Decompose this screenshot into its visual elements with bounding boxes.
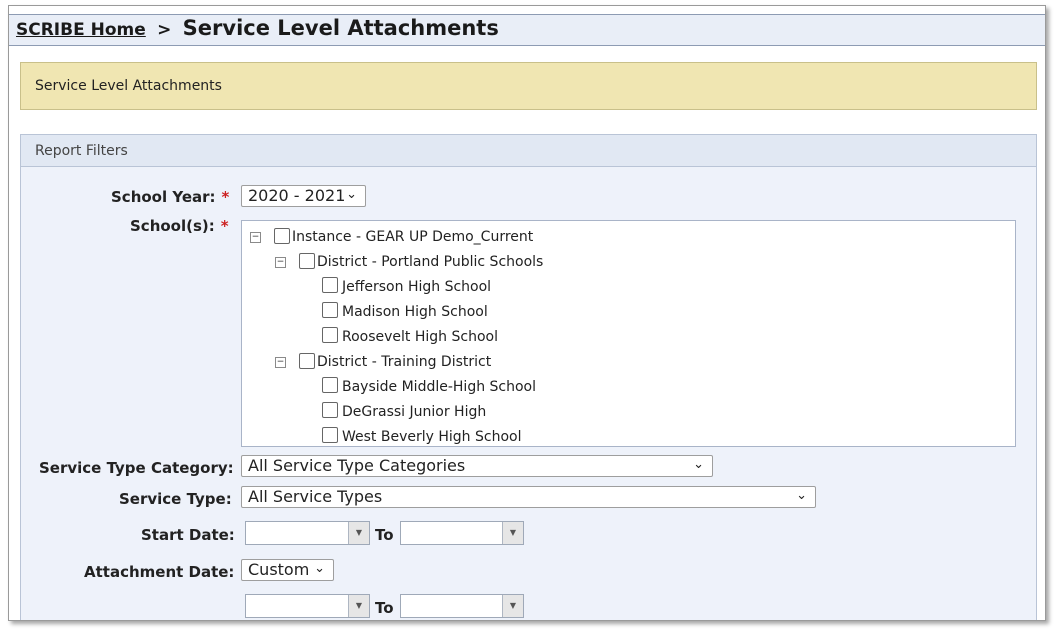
panel-header: Report Filters bbox=[21, 135, 1036, 167]
collapse-icon[interactable]: − bbox=[275, 257, 286, 268]
start-date-label: Start Date: bbox=[141, 526, 235, 544]
checkbox-roosevelt[interactable] bbox=[322, 327, 338, 343]
breadcrumb: SCRIBE Home > Service Level Attachments bbox=[16, 16, 499, 40]
breadcrumb-separator: > bbox=[157, 20, 172, 40]
tree-node-label: Madison High School bbox=[342, 304, 488, 320]
attachment-date-to-input[interactable]: ▼ bbox=[400, 594, 524, 618]
tree-node-label: West Beverly High School bbox=[342, 429, 522, 445]
start-date-to-input[interactable]: ▼ bbox=[400, 521, 524, 545]
checkbox-degrassi[interactable] bbox=[322, 402, 338, 418]
required-marker: * bbox=[221, 188, 230, 206]
chevron-down-icon: ⌄ bbox=[314, 561, 325, 576]
tree-node-label: District - Training District bbox=[317, 354, 492, 370]
triangle-down-icon[interactable]: ▼ bbox=[502, 595, 523, 617]
attachment-date-select[interactable]: Custom ⌄ bbox=[241, 559, 334, 581]
service-type-category-value: All Service Type Categories bbox=[248, 456, 466, 475]
page-header: SCRIBE Home > Service Level Attachments bbox=[9, 14, 1045, 46]
triangle-down-icon[interactable]: ▼ bbox=[348, 595, 369, 617]
service-type-value: All Service Types bbox=[248, 487, 383, 506]
required-marker: * bbox=[220, 217, 229, 235]
school-year-value: 2020 - 2021 bbox=[248, 186, 346, 205]
report-filters-panel: Report Filters School Year: * 2020 - 2021… bbox=[20, 134, 1037, 620]
collapse-icon[interactable]: − bbox=[275, 357, 286, 368]
schools-tree: − Instance - GEAR UP Demo_Current − Dist… bbox=[241, 220, 1016, 447]
tree-node-label: District - Portland Public Schools bbox=[317, 254, 544, 270]
chevron-down-icon: ⌄ bbox=[693, 457, 704, 472]
checkbox-district-portland[interactable] bbox=[299, 253, 315, 269]
tree-node-label: DeGrassi Junior High bbox=[342, 404, 487, 420]
service-type-select[interactable]: All Service Types ⌄ bbox=[241, 486, 816, 508]
tree-node-label: Instance - GEAR UP Demo_Current bbox=[292, 229, 534, 245]
app-window: SCRIBE Home > Service Level Attachments … bbox=[8, 5, 1046, 621]
report-banner: Service Level Attachments bbox=[20, 62, 1037, 110]
chevron-down-icon: ⌄ bbox=[346, 187, 357, 202]
tree-node-label: Bayside Middle-High School bbox=[342, 379, 537, 395]
checkbox-madison[interactable] bbox=[322, 302, 338, 318]
school-year-select[interactable]: 2020 - 2021 ⌄ bbox=[241, 185, 366, 207]
checkbox-instance[interactable] bbox=[274, 228, 290, 244]
triangle-down-icon[interactable]: ▼ bbox=[348, 522, 369, 544]
checkbox-west-beverly[interactable] bbox=[322, 427, 338, 443]
school-year-label-text: School Year: bbox=[111, 188, 216, 206]
checkbox-jefferson[interactable] bbox=[322, 277, 338, 293]
triangle-down-icon[interactable]: ▼ bbox=[502, 522, 523, 544]
schools-label-text: School(s): bbox=[130, 217, 215, 235]
chevron-down-icon: ⌄ bbox=[796, 488, 807, 503]
schools-label: School(s): * bbox=[130, 217, 229, 235]
checkbox-district-training[interactable] bbox=[299, 353, 315, 369]
start-date-to-label: To bbox=[375, 526, 394, 544]
attachment-date-value: Custom bbox=[248, 560, 310, 579]
checkbox-bayside[interactable] bbox=[322, 377, 338, 393]
tree-node-label: Jefferson High School bbox=[342, 279, 492, 295]
attachment-date-from-input[interactable]: ▼ bbox=[245, 594, 370, 618]
collapse-icon[interactable]: − bbox=[250, 232, 261, 243]
service-type-category-select[interactable]: All Service Type Categories ⌄ bbox=[241, 455, 713, 477]
banner-text: Service Level Attachments bbox=[35, 78, 222, 94]
attachment-date-label: Attachment Date: bbox=[84, 563, 235, 581]
start-date-from-input[interactable]: ▼ bbox=[245, 521, 370, 545]
service-type-label: Service Type: bbox=[119, 490, 232, 508]
panel-title: Report Filters bbox=[35, 143, 128, 159]
attachment-date-to-label: To bbox=[375, 599, 394, 617]
home-link[interactable]: SCRIBE Home bbox=[16, 20, 146, 40]
school-year-label: School Year: * bbox=[111, 188, 229, 206]
tree-node-label: Roosevelt High School bbox=[342, 329, 498, 345]
page-title: Service Level Attachments bbox=[182, 16, 499, 40]
service-type-category-label: Service Type Category: bbox=[39, 459, 234, 477]
